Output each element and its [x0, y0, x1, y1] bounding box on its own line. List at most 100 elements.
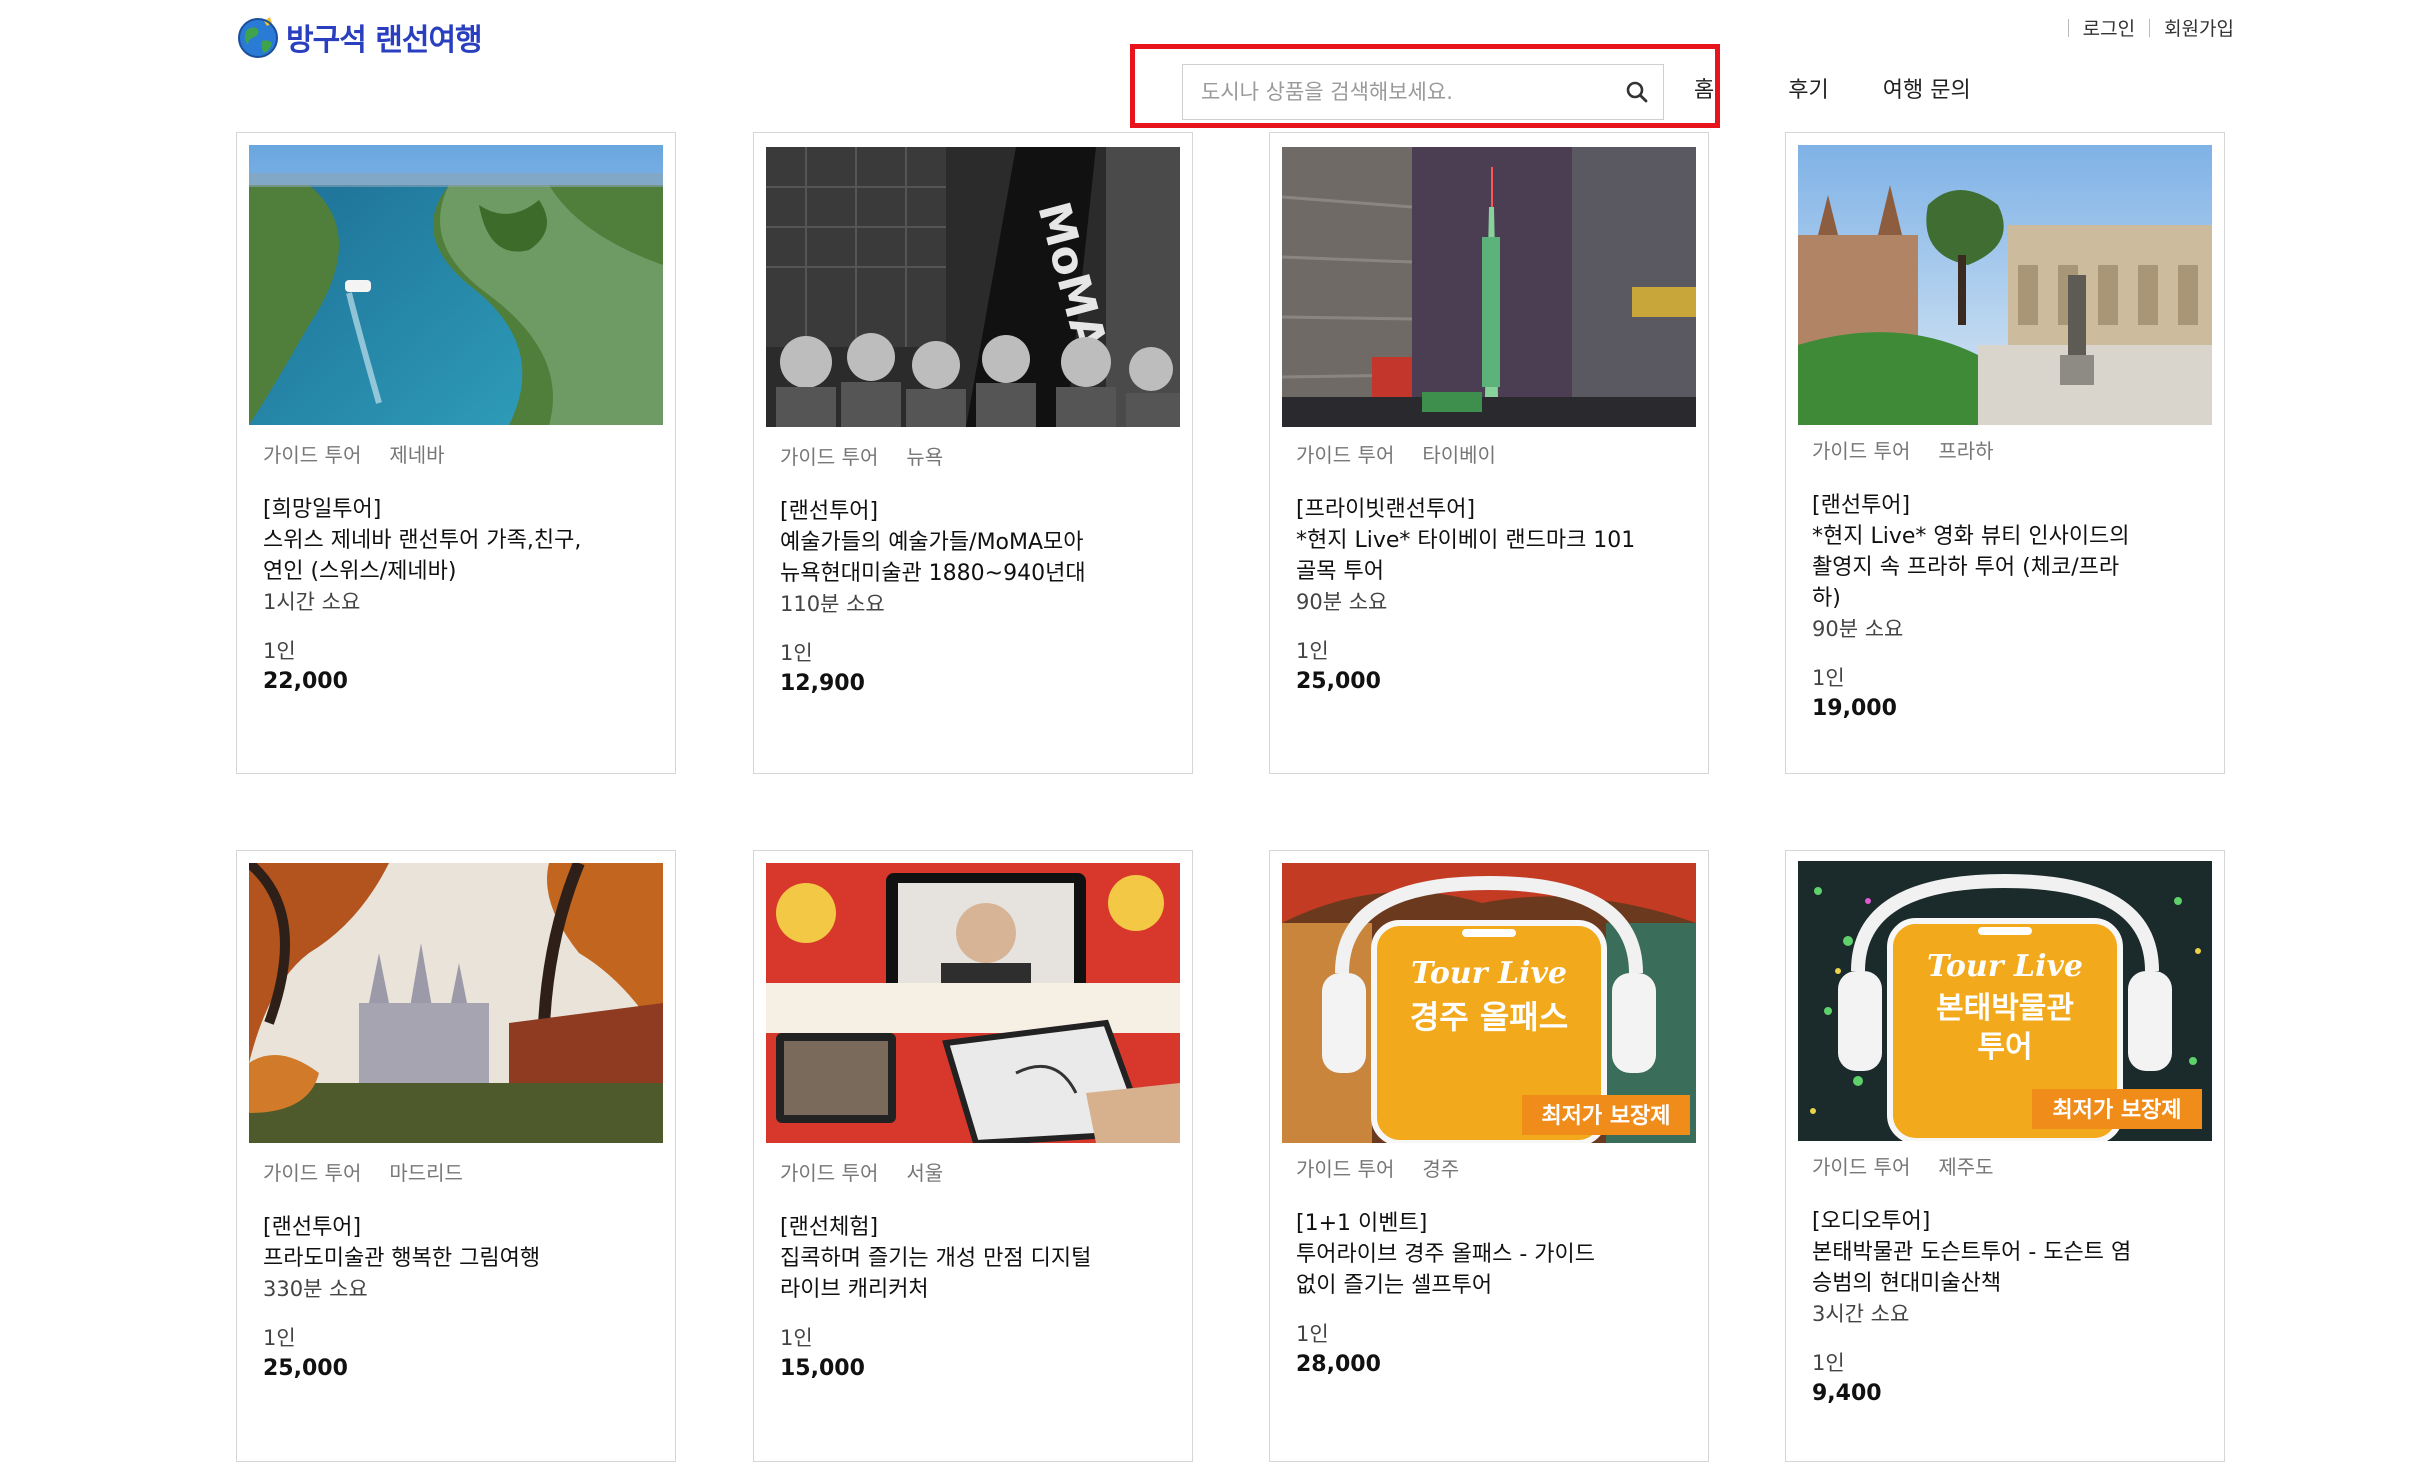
title-line: [프라이빗랜선투어] — [1296, 497, 1476, 522]
product-price: 28,000 — [1296, 1352, 1381, 1377]
product-title: [랜선체험] 집콕하며 즐기는 개성 만점 디지털 라이브 캐리커처 — [780, 1212, 1174, 1305]
product-thumbnail: MoMA — [766, 147, 1180, 427]
product-title: [랜선투어] 프라도미술관 행복한 그림여행 — [263, 1212, 657, 1274]
title-line: [랜선투어] — [263, 1215, 362, 1240]
title-line: 촬영지 속 프라하 투어 (체코/프라 — [1812, 555, 2120, 580]
product-price: 12,900 — [780, 671, 865, 696]
title-line: 예술가들의 예술가들/MoMA모아 — [780, 530, 1084, 555]
product-duration: 110분 소요 — [780, 592, 885, 616]
product-city: 타이베이 — [1422, 443, 1496, 467]
product-card[interactable]: Tour Live 본태박물관 투어 최저가 보장제 가이드 투어 제주도 [오디… — [1785, 850, 2225, 1462]
product-unit: 1인 — [780, 641, 813, 665]
product-title: [1+1 이벤트] 투어라이브 경주 올패스 - 가이드 없이 즐기는 셀프투어 — [1296, 1208, 1690, 1301]
title-line: *현지 Live* 영화 뷰티 인사이드의 — [1812, 524, 2130, 549]
product-unit: 1인 — [1812, 666, 1845, 690]
product-duration: 3시간 소요 — [1812, 1302, 1910, 1326]
product-price: 19,000 — [1812, 696, 1897, 721]
title-line: 뉴욕현대미술관 1880~940년대 — [780, 561, 1086, 586]
title-line: 본태박물관 도슨트투어 - 도슨트 염 — [1812, 1240, 2132, 1265]
banner-text: 경주 올패스 — [1410, 998, 1568, 1036]
product-category: 가이드 투어 — [780, 445, 879, 469]
product-unit: 1인 — [263, 1326, 296, 1350]
title-line: 라이브 캐리커처 — [780, 1277, 929, 1302]
product-title: [오디오투어] 본태박물관 도슨트투어 - 도슨트 염 승범의 현대미술산책 — [1812, 1206, 2206, 1299]
banner-text: 본태박물관 — [1936, 991, 2074, 1026]
product-info: 가이드 투어 뉴욕 [랜선투어] 예술가들의 예술가들/MoMA모아 뉴욕현대미술… — [780, 441, 1174, 700]
title-line: 골목 투어 — [1296, 559, 1384, 584]
product-price: 25,000 — [1296, 669, 1381, 694]
product-thumbnail — [249, 145, 663, 425]
product-category: 가이드 투어 — [780, 1161, 879, 1185]
title-line: 없이 즐기는 셀프투어 — [1296, 1273, 1493, 1298]
tour-live-brand: Tour Live — [1411, 956, 1567, 991]
title-line: 연인 (스위스/제네바) — [263, 559, 457, 584]
product-category: 가이드 투어 — [1812, 439, 1911, 463]
lowest-price-badge: 최저가 보장제 — [1541, 1104, 1670, 1129]
product-grid: 가이드 투어 제네바 [희망일투어] 스위스 제네바 랜선투어 가족,친구, 연인… — [0, 0, 2409, 1481]
product-thumbnail — [249, 863, 663, 1143]
title-line: 승범의 현대미술산책 — [1812, 1271, 2002, 1296]
product-card[interactable]: Tour Live 경주 올패스 최저가 보장제 가이드 투어 경주 [1+1 이… — [1269, 850, 1709, 1462]
product-price: 15,000 — [780, 1356, 865, 1381]
product-card[interactable]: 가이드 투어 서울 [랜선체험] 집콕하며 즐기는 개성 만점 디지털 라이브 캐… — [753, 850, 1193, 1462]
product-thumbnail: Tour Live 본태박물관 투어 최저가 보장제 — [1798, 861, 2212, 1141]
product-title: [희망일투어] 스위스 제네바 랜선투어 가족,친구, 연인 (스위스/제네바) — [263, 494, 657, 587]
title-line: 스위스 제네바 랜선투어 가족,친구, — [263, 528, 582, 553]
product-category: 가이드 투어 — [263, 443, 362, 467]
product-city: 마드리드 — [389, 1161, 463, 1185]
product-price: 9,400 — [1812, 1381, 1882, 1406]
title-line: [랜선투어] — [780, 499, 879, 524]
product-info: 가이드 투어 타이베이 [프라이빗랜선투어] *현지 Live* 타이베이 랜드마… — [1296, 439, 1690, 698]
product-card[interactable]: MoMA 가이드 투어 뉴욕 [랜선투어] 예술가들의 예술가들/MoMA모아 … — [753, 132, 1193, 774]
title-line: [랜선체험] — [780, 1215, 879, 1240]
product-category: 가이드 투어 — [1812, 1155, 1911, 1179]
product-category: 가이드 투어 — [1296, 1157, 1395, 1181]
product-unit: 1인 — [263, 639, 296, 663]
product-info: 가이드 투어 제네바 [희망일투어] 스위스 제네바 랜선투어 가족,친구, 연인… — [263, 439, 657, 698]
product-duration: 90분 소요 — [1296, 590, 1388, 614]
product-duration: 330분 소요 — [263, 1277, 368, 1301]
product-card[interactable]: 가이드 투어 프라하 [랜선투어] *현지 Live* 영화 뷰티 인사이드의 촬… — [1785, 132, 2225, 774]
product-info: 가이드 투어 서울 [랜선체험] 집콕하며 즐기는 개성 만점 디지털 라이브 캐… — [780, 1157, 1174, 1385]
product-duration: 1시간 소요 — [263, 590, 361, 614]
product-info: 가이드 투어 제주도 [오디오투어] 본태박물관 도슨트투어 - 도슨트 염 승범… — [1812, 1151, 2206, 1410]
product-thumbnail: Tour Live 경주 올패스 최저가 보장제 — [1282, 863, 1696, 1143]
product-thumbnail — [766, 863, 1180, 1143]
product-city: 제주도 — [1938, 1155, 1994, 1179]
title-line: 집콕하며 즐기는 개성 만점 디지털 — [780, 1246, 1092, 1271]
product-card[interactable]: 가이드 투어 제네바 [희망일투어] 스위스 제네바 랜선투어 가족,친구, 연인… — [236, 132, 676, 774]
title-line: [희망일투어] — [263, 497, 382, 522]
lowest-price-badge: 최저가 보장제 — [2052, 1098, 2181, 1123]
product-unit: 1인 — [1296, 1322, 1329, 1346]
product-price: 22,000 — [263, 669, 348, 694]
title-line: 하) — [1812, 586, 1841, 611]
tour-live-brand: Tour Live — [1927, 949, 2083, 984]
product-thumbnail — [1798, 145, 2212, 425]
product-city: 제네바 — [389, 443, 445, 467]
title-line: [1+1 이벤트] — [1296, 1211, 1428, 1236]
banner-text: 투어 — [1977, 1030, 2032, 1065]
title-line: 투어라이브 경주 올패스 - 가이드 — [1296, 1242, 1596, 1267]
product-title: [랜선투어] *현지 Live* 영화 뷰티 인사이드의 촬영지 속 프라하 투… — [1812, 490, 2206, 614]
product-info: 가이드 투어 경주 [1+1 이벤트] 투어라이브 경주 올패스 - 가이드 없이… — [1296, 1153, 1690, 1381]
product-card[interactable]: 가이드 투어 마드리드 [랜선투어] 프라도미술관 행복한 그림여행 330분 소… — [236, 850, 676, 1462]
product-title: [프라이빗랜선투어] *현지 Live* 타이베이 랜드마크 101 골목 투어 — [1296, 494, 1690, 587]
product-unit: 1인 — [1296, 639, 1329, 663]
title-line: *현지 Live* 타이베이 랜드마크 101 — [1296, 528, 1636, 553]
product-duration: 90분 소요 — [1812, 617, 1904, 641]
product-category: 가이드 투어 — [1296, 443, 1395, 467]
product-city: 경주 — [1422, 1157, 1460, 1181]
product-price: 25,000 — [263, 1356, 348, 1381]
product-info: 가이드 투어 마드리드 [랜선투어] 프라도미술관 행복한 그림여행 330분 소… — [263, 1157, 657, 1385]
product-title: [랜선투어] 예술가들의 예술가들/MoMA모아 뉴욕현대미술관 1880~94… — [780, 496, 1174, 589]
title-line: [오디오투어] — [1812, 1209, 1931, 1234]
product-category: 가이드 투어 — [263, 1161, 362, 1185]
title-line: 프라도미술관 행복한 그림여행 — [263, 1246, 541, 1271]
title-line: [랜선투어] — [1812, 493, 1911, 518]
product-card[interactable]: 가이드 투어 타이베이 [프라이빗랜선투어] *현지 Live* 타이베이 랜드마… — [1269, 132, 1709, 774]
product-thumbnail — [1282, 147, 1696, 427]
product-city: 뉴욕 — [906, 445, 944, 469]
product-unit: 1인 — [1812, 1351, 1845, 1375]
product-unit: 1인 — [780, 1326, 813, 1350]
product-city: 프라하 — [1938, 439, 1994, 463]
